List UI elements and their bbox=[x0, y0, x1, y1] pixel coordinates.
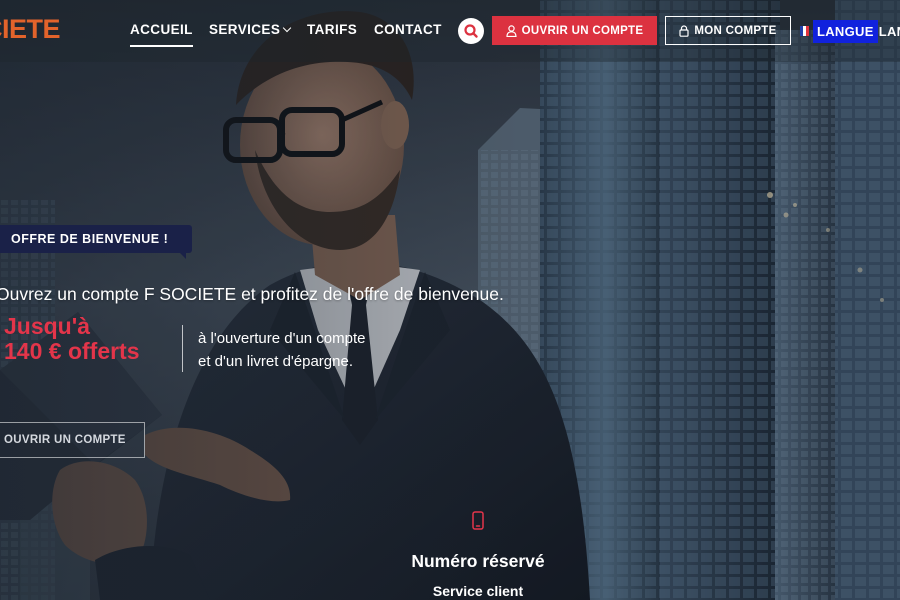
search-icon bbox=[464, 24, 478, 38]
site-header: SOCIETE ACCUEIL SERVICES TARIFS CONTACT bbox=[0, 0, 900, 62]
page: SOCIETE ACCUEIL SERVICES TARIFS CONTACT bbox=[0, 0, 900, 600]
nav-item-contact[interactable]: CONTACT bbox=[374, 22, 442, 37]
offer-description: à l'ouverture d'un compte et d'un livret… bbox=[198, 328, 366, 373]
french-flag-icon bbox=[800, 26, 809, 36]
offer-description-line-1: à l'ouverture d'un compte bbox=[198, 330, 366, 347]
language-selector[interactable]: LANGUE LAN bbox=[800, 19, 900, 43]
open-account-button[interactable]: OUVRIR UN COMPTE bbox=[492, 16, 657, 45]
my-account-button[interactable]: MON COMPTE bbox=[665, 16, 791, 45]
brand-logo[interactable]: SOCIETE bbox=[0, 14, 60, 45]
offer-description-line-2: et d'un livret d'épargne. bbox=[198, 352, 353, 370]
offer-amount: Jusqu'à 140 € offerts bbox=[4, 314, 140, 364]
chevron-down-icon bbox=[282, 23, 292, 33]
language-label-repeat: LAN bbox=[878, 23, 900, 39]
offer-divider bbox=[182, 325, 183, 372]
lock-icon bbox=[679, 24, 689, 37]
open-account-label: OUVRIR UN COMPTE bbox=[521, 24, 644, 37]
search-button[interactable] bbox=[458, 18, 484, 44]
welcome-offer-badge: OFFRE DE BIENVENUE ! bbox=[0, 225, 192, 259]
welcome-offer-badge-label: OFFRE DE BIENVENUE ! bbox=[11, 232, 169, 246]
user-icon bbox=[506, 24, 517, 37]
offer-amount-line-2: 140 € offerts bbox=[4, 338, 140, 364]
nav-item-label: SERVICES bbox=[209, 22, 281, 37]
service-subtitle: Service client bbox=[432, 583, 524, 599]
nav-item-tarifs[interactable]: TARIFS bbox=[307, 22, 357, 37]
service-title: Numéro réservé bbox=[411, 551, 545, 571]
hero-open-account-label: OUVRIR UN COMPTE bbox=[4, 434, 126, 446]
offer-amount-line-1: Jusqu'à bbox=[4, 313, 90, 339]
hero-intro-text: Ouvrez un compte F SOCIETE et profitez d… bbox=[0, 284, 504, 304]
nav-item-services[interactable]: SERVICES bbox=[209, 22, 292, 37]
hero-open-account-button[interactable]: OUVRIR UN COMPTE bbox=[0, 422, 145, 458]
mobile-phone-icon bbox=[472, 511, 484, 530]
nav-item-label: CONTACT bbox=[374, 22, 442, 37]
nav-item-accueil[interactable]: ACCUEIL bbox=[130, 22, 193, 47]
nav-item-label: ACCUEIL bbox=[130, 22, 193, 37]
my-account-label: MON COMPTE bbox=[694, 24, 777, 37]
language-label: LANGUE bbox=[813, 19, 878, 43]
nav-item-label: TARIFS bbox=[307, 22, 358, 37]
